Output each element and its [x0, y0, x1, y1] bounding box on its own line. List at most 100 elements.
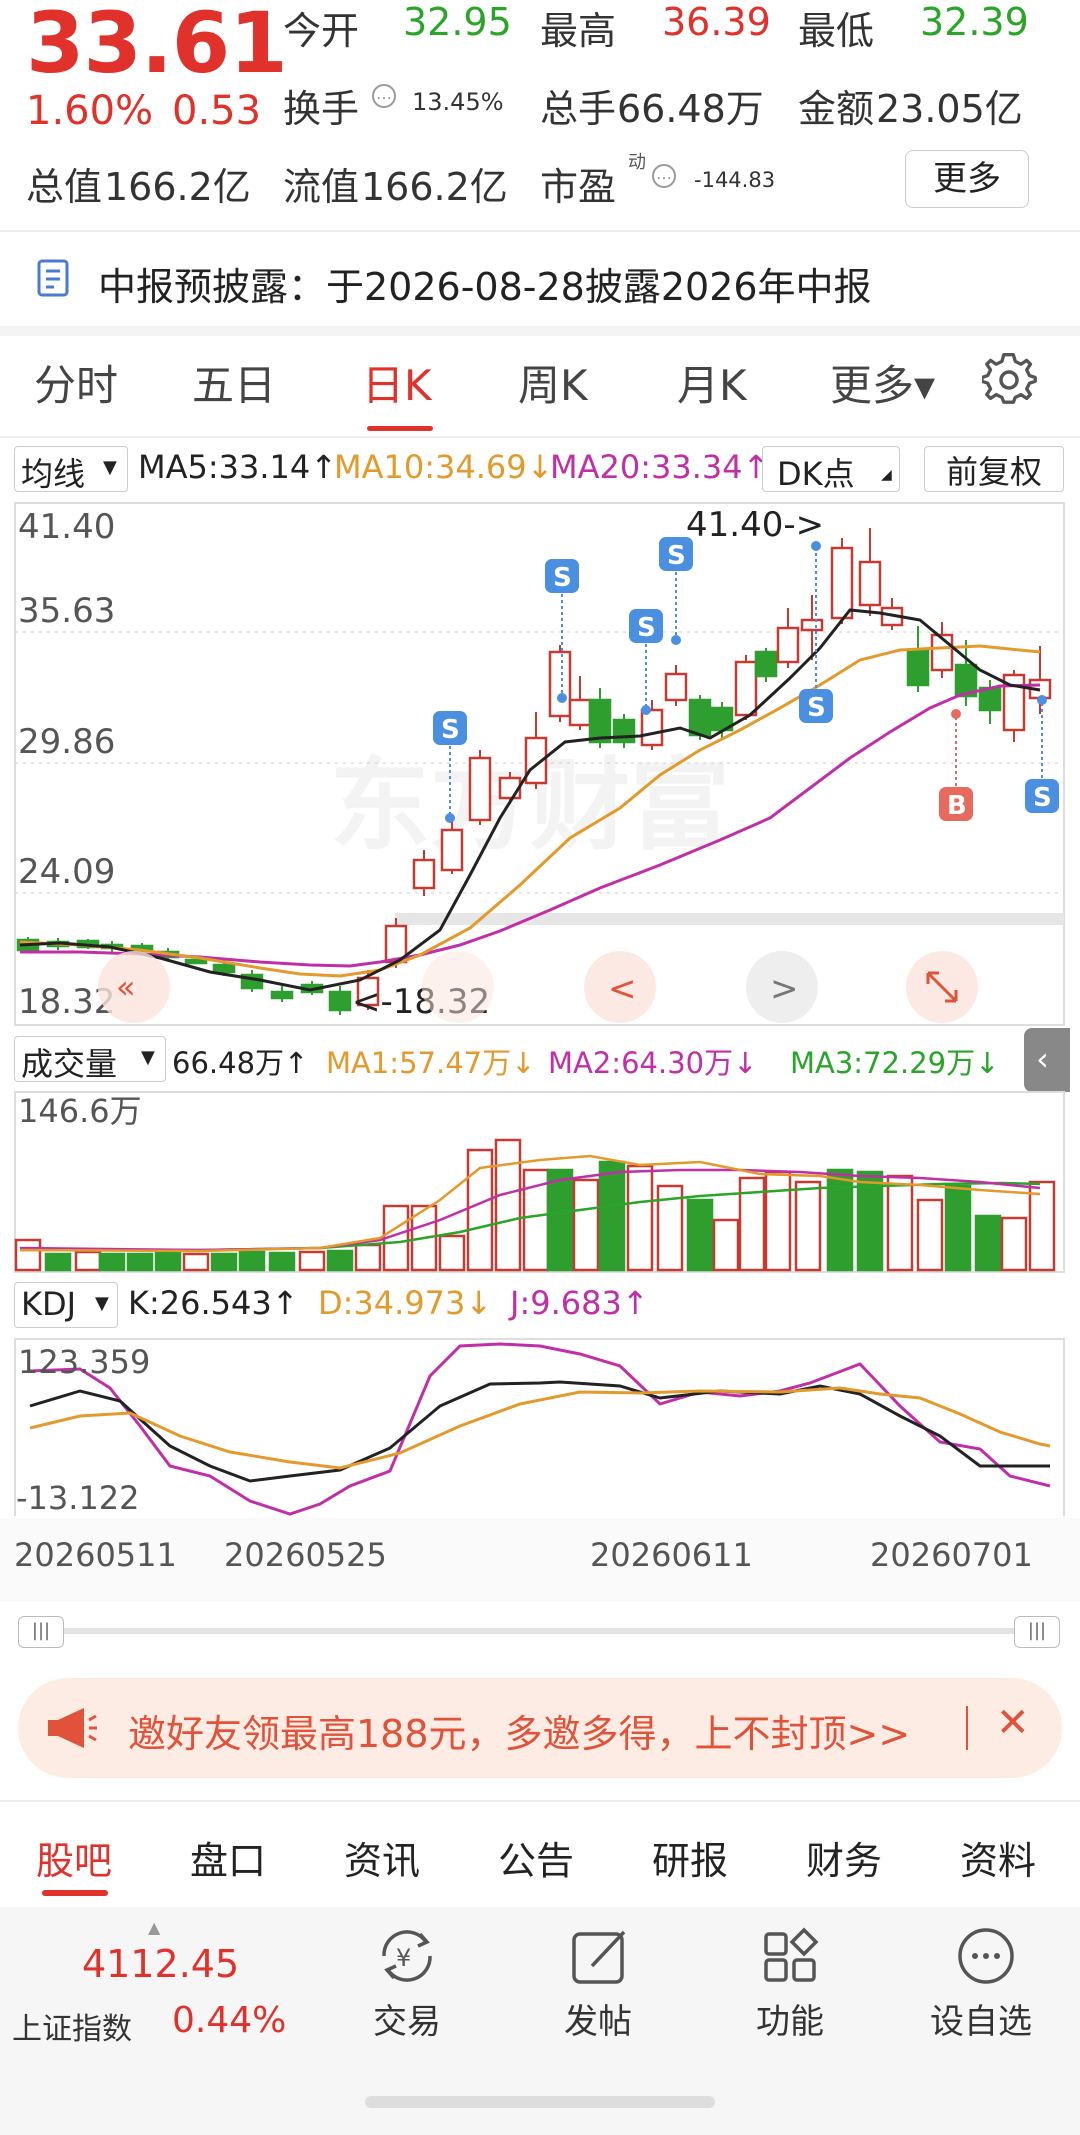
divider — [0, 436, 1080, 438]
turnover-label: 换手 — [283, 87, 360, 131]
document-icon — [36, 258, 74, 304]
tab-forum[interactable]: 股吧 — [36, 1830, 112, 1885]
volume-bar — [14, 1238, 42, 1272]
range-handle-left[interactable]: ||| — [18, 1616, 64, 1648]
change-percent: 1.60% — [26, 88, 154, 134]
candle-body — [568, 698, 592, 727]
candle-body — [612, 718, 636, 744]
tab-announcements[interactable]: 公告 — [498, 1830, 574, 1885]
high-label: 最高 — [540, 9, 617, 53]
y-label-4: 24.09 — [18, 852, 115, 892]
kdj-k-value: K:26.543↑ — [128, 1284, 299, 1322]
turnover-info-icon[interactable]: … — [372, 84, 396, 108]
volume-selector[interactable]: 成交量 ▼ — [14, 1036, 166, 1083]
trade-icon[interactable]: ¥ — [374, 1926, 440, 1990]
tab-more-periods[interactable]: 更多▾ — [830, 352, 935, 413]
tab-order-book[interactable]: 盘口 — [190, 1830, 266, 1885]
volume-bar — [626, 1164, 654, 1272]
divider — [966, 1706, 968, 1750]
dk-point-selector[interactable]: DK点 ◢ — [762, 446, 900, 493]
tab-daily-k[interactable]: 日K — [362, 352, 432, 413]
volume-bar — [886, 1174, 914, 1272]
candle-body — [212, 963, 236, 974]
active-tab-indicator — [42, 1890, 108, 1896]
kline-chart[interactable]: 东方财富 SSSSSSB 41.40 35.63 29.86 24.09 18.… — [0, 500, 1080, 1030]
scroll-left-fast-button[interactable]: « — [98, 951, 170, 1023]
indicator-selector[interactable]: 均线 ▼ — [14, 446, 128, 493]
double-chevron-left-icon: « — [116, 968, 136, 1006]
signal-label: S — [807, 693, 826, 723]
signal-label: S — [637, 613, 656, 643]
adjust-button[interactable]: 前复权 — [924, 446, 1064, 492]
signal-dot — [557, 693, 567, 703]
collapse-panel-button[interactable]: ‹ — [1024, 1028, 1070, 1092]
volume-bar — [354, 1243, 382, 1272]
corner-triangle-icon: ◢ — [881, 467, 892, 483]
kdj-y-top: 123.359 — [18, 1343, 150, 1381]
chevron-right-icon: > — [770, 969, 799, 1009]
candle-body — [830, 546, 854, 620]
kdj-y-bottom: -13.122 — [16, 1479, 140, 1516]
tab-monthly-k[interactable]: 月K — [677, 352, 747, 413]
pe-dynamic-mark: 动 — [628, 152, 646, 173]
nav-trade[interactable]: 交易 — [373, 1994, 441, 2043]
vol-ma3-value: MA3:72.29万↓ — [790, 1046, 1000, 1080]
add-watchlist-icon[interactable] — [956, 1926, 1016, 1990]
tab-intraday[interactable]: 分时 — [34, 352, 118, 413]
range-handle-right[interactable]: ||| — [1014, 1616, 1060, 1648]
ma10-value: MA10:34.69↓ — [334, 448, 554, 486]
dropdown-arrow-icon: ▼ — [103, 457, 117, 478]
post-icon[interactable] — [570, 1926, 630, 1990]
tab-five-day[interactable]: 五日 — [192, 352, 276, 413]
scroll-right-button[interactable]: > — [746, 951, 818, 1023]
volume-bar — [546, 1168, 574, 1272]
settings-gear-icon[interactable] — [980, 352, 1038, 412]
volume-bar — [210, 1252, 238, 1272]
tab-financials[interactable]: 财务 — [806, 1830, 882, 1885]
candle-body — [468, 756, 492, 822]
volume-bar — [268, 1251, 296, 1272]
nav-function[interactable]: 功能 — [756, 1994, 824, 2043]
dropdown-arrow-icon: ▼ — [95, 1293, 109, 1314]
pe-info-icon[interactable]: … — [652, 164, 676, 188]
chevron-left-icon: < — [608, 969, 637, 1009]
dropdown-arrow-icon: ▼ — [141, 1047, 155, 1068]
vol-ma2-value: MA2:64.30万↓ — [548, 1046, 758, 1080]
more-quote-button[interactable]: 更多 — [905, 150, 1029, 208]
scroll-left-button[interactable]: < — [584, 951, 656, 1023]
range-slider-track[interactable] — [44, 1628, 1024, 1634]
volume-bar — [44, 1252, 72, 1272]
float-label: 流值 — [283, 165, 360, 209]
volume-bar — [1028, 1180, 1056, 1272]
volume-bar — [494, 1138, 522, 1272]
index-name[interactable]: 上证指数 — [12, 2004, 132, 2048]
kdj-selector[interactable]: KDJ ▼ — [14, 1282, 118, 1328]
signal-dot — [671, 635, 681, 645]
report-notice[interactable]: 中报预披露：于2026-08-28披露2026年中报 — [98, 256, 872, 311]
pe-label: 市盈 — [540, 165, 617, 209]
ma5-value: MA5:33.14↑ — [138, 448, 338, 486]
tab-news[interactable]: 资讯 — [344, 1830, 420, 1885]
zoom-in-button[interactable] — [422, 951, 494, 1023]
candle-body — [688, 698, 712, 737]
open-label: 今开 — [283, 9, 360, 53]
volume-bar — [126, 1252, 154, 1272]
nav-post[interactable]: 发帖 — [564, 1994, 632, 2043]
candle-body — [734, 660, 758, 717]
function-icon[interactable] — [762, 1926, 822, 1990]
promo-text[interactable]: 邀好友领最高188元，多邀多得，上不封顶>> — [128, 1703, 910, 1758]
tab-research[interactable]: 研报 — [652, 1830, 728, 1885]
close-icon[interactable]: ✕ — [996, 1700, 1030, 1746]
tab-weekly-k[interactable]: 周K — [518, 352, 588, 413]
fullscreen-button[interactable] — [906, 951, 978, 1023]
date-label: 20260611 — [590, 1536, 753, 1574]
nav-add-watchlist[interactable]: 设自选 — [930, 1994, 1032, 2043]
volume-bar — [826, 1168, 854, 1272]
kdj-chart[interactable]: 123.359 -13.122 — [0, 1336, 1080, 1516]
volume-chart[interactable]: 146.6万 — [0, 1090, 1080, 1274]
tab-profile[interactable]: 资料 — [960, 1830, 1036, 1885]
volume-value: 66.48万↑ — [172, 1046, 309, 1080]
index-value[interactable]: 4112.45 — [82, 1942, 239, 1986]
amount-value: 23.05亿 — [876, 87, 1023, 131]
volume-bar — [326, 1249, 354, 1272]
